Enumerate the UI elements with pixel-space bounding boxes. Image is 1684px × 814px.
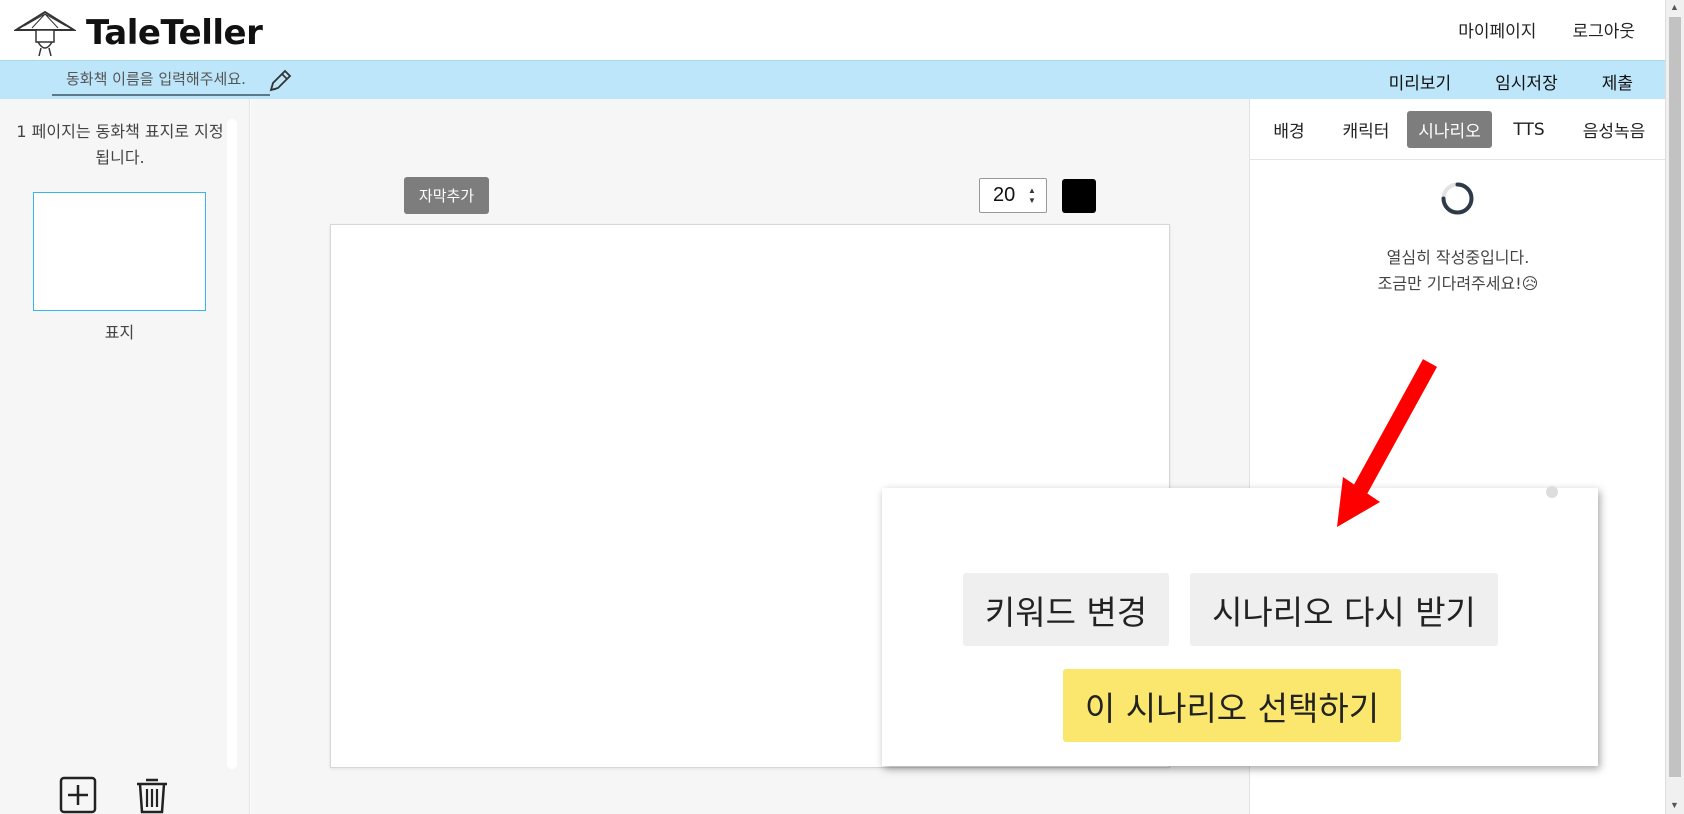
popup-scroll-handle[interactable] [1546,486,1558,498]
scrollbar-thumb[interactable] [1669,17,1681,777]
loading-line-2: 조금만 기다려주세요!😥 [1377,274,1539,293]
app-header: TaleTeller 마이페이지 로그아웃 [0,0,1665,60]
page-label: 표지 [104,323,135,342]
trash-icon[interactable] [132,775,172,814]
loading-message: 열심히 작성중입니다. 조금만 기다려주세요!😥 [1250,245,1666,297]
loading-spinner-icon [1441,182,1474,215]
tab-character[interactable]: 캐릭터 [1334,111,1398,148]
logo[interactable]: TaleTeller [14,8,263,58]
increment-icon[interactable]: ▲ [1028,186,1036,196]
font-size-stepper[interactable]: 20 ▲ ▼ [979,178,1047,213]
add-subtitle-button[interactable]: 자막추가 [404,177,489,214]
storyteller-hat-icon [14,10,76,57]
tab-scenario[interactable]: 시나리오 [1407,111,1492,148]
asset-tabs: 배경 캐릭터 시나리오 TTS 음성녹음 [1250,99,1666,160]
select-scenario-button[interactable]: 이 시나리오 선택하기 [1063,669,1401,742]
book-title-input[interactable] [52,70,270,88]
page-list-scrollbar[interactable] [227,119,237,769]
page-scrollbar[interactable]: ▲ ▼ [1665,0,1684,814]
scenario-popup: 키워드 변경 시나리오 다시 받기 이 시나리오 선택하기 [882,486,1598,766]
logo-text: TaleTeller [86,13,263,53]
decrement-icon[interactable]: ▼ [1028,196,1036,206]
page-thumbnail[interactable] [33,192,206,311]
mypage-link[interactable]: 마이페이지 [1458,17,1536,42]
preview-button[interactable]: 미리보기 [1389,69,1452,94]
tab-background[interactable]: 배경 [1264,111,1314,148]
scroll-down-icon[interactable]: ▼ [1670,800,1679,810]
pencil-icon[interactable] [267,68,293,94]
cover-note: 1 페이지는 동화책 표지로 지정됩니다. [16,122,224,167]
book-toolbar: 미리보기 임시저장 제출 [0,60,1665,99]
toolbar-actions: 미리보기 임시저장 제출 [1389,69,1633,94]
tab-tts[interactable]: TTS [1506,111,1552,148]
page-list-panel: 1 페이지는 동화책 표지로 지정됩니다. 표지 [0,99,250,814]
page-tools [58,775,172,814]
change-keyword-button[interactable]: 키워드 변경 [963,573,1169,646]
stepper-arrows[interactable]: ▲ ▼ [1028,186,1036,206]
logout-link[interactable]: 로그아웃 [1572,17,1635,42]
add-page-icon[interactable] [58,775,98,814]
submit-button[interactable]: 제출 [1602,69,1633,94]
loading-line-1: 열심히 작성중입니다. [1386,248,1530,267]
top-nav: 마이페이지 로그아웃 [1458,17,1635,42]
book-title-wrapper [52,64,270,96]
scroll-up-icon[interactable]: ▲ [1670,2,1679,12]
font-size-value[interactable]: 20 [980,184,1028,207]
tab-voice-recording[interactable]: 음성녹음 [1570,111,1658,148]
regenerate-scenario-button[interactable]: 시나리오 다시 받기 [1190,573,1498,646]
red-arrow-annotation [1337,359,1438,527]
temp-save-button[interactable]: 임시저장 [1495,69,1558,94]
text-color-picker[interactable] [1062,179,1096,213]
